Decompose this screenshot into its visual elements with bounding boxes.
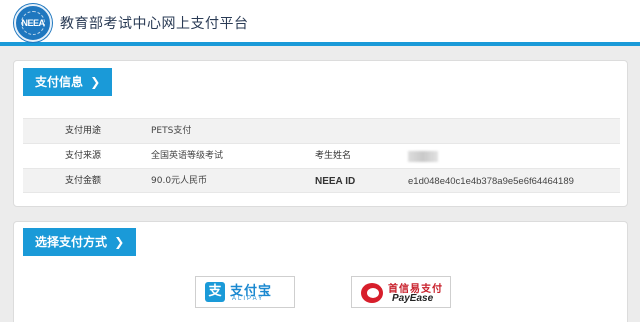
alipay-logo-icon: 支 bbox=[205, 282, 225, 302]
payment-method-heading-label: 选择支付方式 bbox=[35, 235, 108, 249]
site-title: 教育部考试中心网上支付平台 bbox=[60, 16, 249, 32]
logo-text: NEEA bbox=[21, 18, 45, 28]
payment-info-panel: 支付信息 ❯ 支付用途 PETS支付 支付来源 全国英语等级考试 考生姓名 支付… bbox=[13, 60, 628, 207]
site-header: NEEA 教育部考试中心网上支付平台 bbox=[0, 0, 640, 46]
neea-id-label: NEEA ID bbox=[315, 176, 356, 187]
payease-button[interactable]: 首信易支付 PayEase bbox=[351, 276, 451, 308]
payment-amount-value: 90.0元人民币 bbox=[151, 176, 208, 186]
candidate-name-redacted bbox=[408, 151, 438, 162]
candidate-name-label: 考生姓名 bbox=[315, 151, 352, 161]
payease-subtitle: PayEase bbox=[392, 293, 434, 304]
neea-id-value: e1d048e40c1e4b378a9e5e6f64464189 bbox=[408, 176, 574, 187]
payment-method-heading: 选择支付方式 ❯ bbox=[23, 228, 137, 256]
payment-source-value: 全国英语等级考试 bbox=[151, 151, 224, 161]
table-row: 支付用途 PETS支付 bbox=[23, 118, 620, 143]
payease-logo-icon bbox=[361, 283, 383, 303]
payment-amount-label: 支付金额 bbox=[65, 176, 102, 186]
payment-purpose-value: PETS支付 bbox=[151, 126, 192, 136]
table-row: 支付金额 90.0元人民币 NEEA ID e1d048e40c1e4b378a… bbox=[23, 168, 620, 193]
payment-info-heading-label: 支付信息 bbox=[35, 75, 84, 89]
payment-info-table: 支付用途 PETS支付 支付来源 全国英语等级考试 考生姓名 支付金额 90.0… bbox=[23, 118, 620, 193]
payment-purpose-label: 支付用途 bbox=[65, 126, 102, 136]
payment-info-heading: 支付信息 ❯ bbox=[23, 68, 113, 96]
chevron-right-icon: ❯ bbox=[114, 235, 125, 249]
payment-source-label: 支付来源 bbox=[65, 151, 102, 161]
alipay-subtitle: ALIPAY bbox=[232, 296, 265, 302]
table-row: 支付来源 全国英语等级考试 考生姓名 bbox=[23, 143, 620, 168]
alipay-button[interactable]: 支 支付宝 ALIPAY bbox=[195, 276, 295, 308]
chevron-right-icon: ❯ bbox=[90, 75, 101, 89]
neea-logo-icon[interactable]: NEEA bbox=[14, 4, 52, 42]
payment-method-panel: 选择支付方式 ❯ 支 支付宝 ALIPAY 首信易支付 PayEase bbox=[13, 221, 628, 322]
